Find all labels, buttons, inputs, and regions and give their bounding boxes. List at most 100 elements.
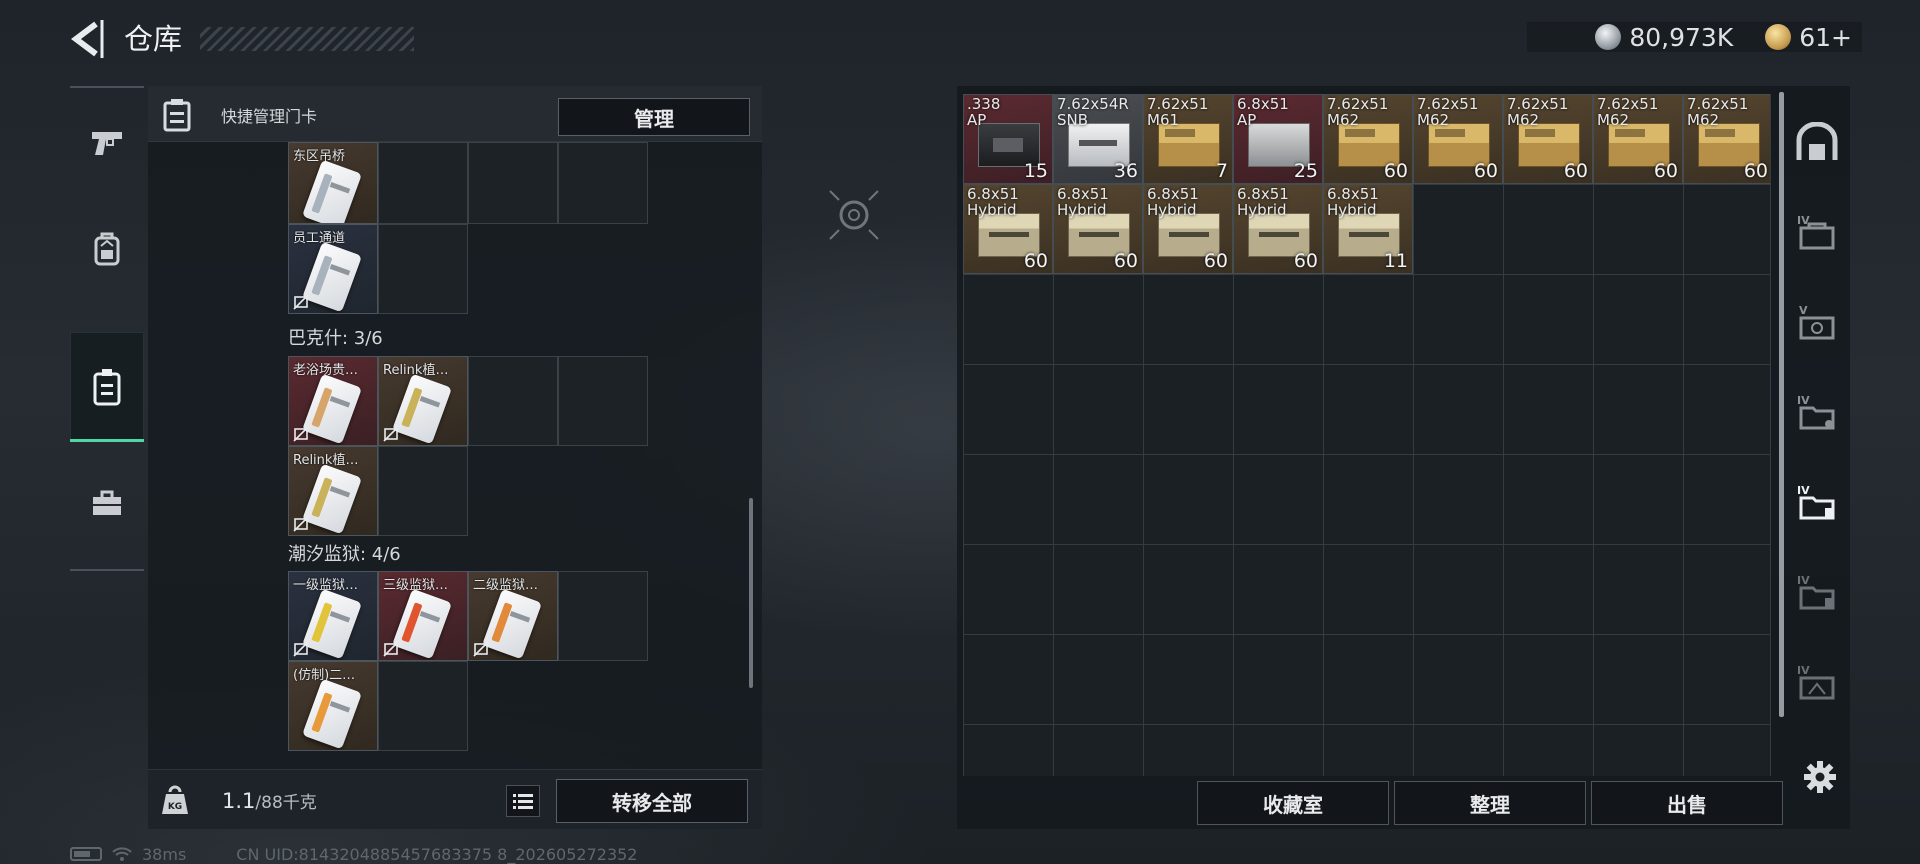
keycard-panel-header: 快捷管理门卡 管理 <box>148 86 762 142</box>
tab-stash-main[interactable] <box>1789 98 1845 186</box>
ammo-item[interactable]: 7.62x51 M62 60 <box>1323 94 1413 184</box>
ammo-item[interactable]: 6.8x51 Hybrid 60 <box>1143 184 1233 274</box>
svg-text:IV: IV <box>1797 484 1810 497</box>
ammo-box-image <box>1158 123 1220 167</box>
tab-case-iv-active[interactable]: IV <box>1789 458 1845 546</box>
tab-case-iv[interactable]: IV <box>1789 188 1845 276</box>
keycard-slot[interactable]: 一级监狱… <box>288 571 378 661</box>
tab-case-iv-lock[interactable]: IV <box>1789 368 1845 456</box>
svg-text:KG: KG <box>168 802 182 812</box>
svg-text:IV: IV <box>1797 574 1810 587</box>
ammo-item[interactable]: 7.62x51 M62 60 <box>1413 94 1503 184</box>
keycard-image <box>392 588 452 660</box>
ammo-item[interactable]: 6.8x51 Hybrid 60 <box>963 184 1053 274</box>
keycard-label: Relink植… <box>293 453 359 468</box>
svg-text:IV: IV <box>1797 394 1810 407</box>
keycard-slot[interactable]: Relink植… <box>288 446 378 536</box>
ammo-item[interactable]: 7.62x51 M62 60 <box>1503 94 1593 184</box>
sell-button[interactable]: 出售 <box>1591 781 1783 825</box>
sidebar-item-weapons[interactable] <box>70 90 144 196</box>
tab-case-iv-alt[interactable]: IV <box>1789 638 1845 726</box>
ammo-item[interactable]: 6.8x51 AP 25 <box>1233 94 1323 184</box>
case-iv-lock-icon: IV <box>1797 394 1835 430</box>
ammo-quantity: 60 <box>1383 160 1408 182</box>
sidebar-item-equipment[interactable] <box>70 196 144 302</box>
ammo-item[interactable]: 7.62x51 M61 7 <box>1143 94 1233 184</box>
manage-button[interactable]: 管理 <box>558 98 750 136</box>
keycard-image <box>302 159 362 223</box>
pistol-icon <box>92 132 122 155</box>
sidebar-item-keycards[interactable] <box>70 332 144 442</box>
keycard-holder-icon[interactable] <box>160 98 194 132</box>
sidebar-item-supplies[interactable] <box>70 450 144 556</box>
panel-title: 快捷管理门卡 <box>221 107 318 126</box>
list-icon <box>513 794 533 809</box>
keycard-scrollbar[interactable] <box>749 498 753 688</box>
collection-room-button[interactable]: 收藏室 <box>1197 781 1389 825</box>
no-drop-icon <box>293 641 309 657</box>
svg-text:IV: IV <box>1797 664 1810 677</box>
ammo-item[interactable]: 7.62x51 M62 60 <box>1683 94 1770 184</box>
keycard-label: 员工通道 <box>293 231 346 246</box>
stash-grid: .338 AP 15 7.62x54R SNB 36 7.62x51 M61 7… <box>963 94 1771 776</box>
keycard-grid: 一级监狱… 三级监狱… 二级监狱… (仿制)二… <box>288 571 648 751</box>
keycard-slot[interactable]: 老浴场贵… <box>288 356 378 446</box>
keycard-slot[interactable]: 员工通道 <box>288 224 378 314</box>
ammo-quantity: 15 <box>1023 160 1048 182</box>
keycard-label: 三级监狱… <box>383 578 449 593</box>
case-iv-dim-icon: IV <box>1797 574 1835 610</box>
keycard-grid: 老浴场贵… Relink植… Relink植… <box>288 356 648 536</box>
keycard-slot[interactable]: 三级监狱… <box>378 571 468 661</box>
keycard-label: 东区吊桥 <box>293 149 346 164</box>
back-arrow-icon[interactable] <box>70 20 104 58</box>
ammo-quantity: 60 <box>1113 250 1138 272</box>
keycard-image <box>482 588 542 660</box>
empty-slot <box>378 661 468 751</box>
ammo-quantity: 36 <box>1113 160 1138 182</box>
ammo-item[interactable]: 6.8x51 Hybrid 11 <box>1323 184 1413 274</box>
category-sidebar <box>70 86 144 571</box>
ammo-name: 7.62x51 M62 <box>1597 95 1659 129</box>
group-title: 潮汐监狱: 4/6 <box>288 544 401 565</box>
tab-case-iv-dim[interactable]: IV <box>1789 548 1845 636</box>
keycard-image <box>302 463 362 535</box>
ammo-item[interactable]: .338 AP 15 <box>963 94 1053 184</box>
gear-icon[interactable] <box>1803 760 1837 794</box>
carry-weight-current: 1.1 <box>222 789 256 813</box>
keycard-slot[interactable]: Relink植… <box>378 356 468 446</box>
list-view-button[interactable] <box>506 785 540 817</box>
ammo-name: 6.8x51 Hybrid <box>1057 185 1109 219</box>
page-title: 仓库 <box>124 22 183 56</box>
currency-bar: 80,973K 61+ <box>1527 22 1862 52</box>
keycard-label: 一级监狱… <box>293 578 359 593</box>
transfer-all-button[interactable]: 转移全部 <box>556 779 748 823</box>
tab-case-v[interactable]: V <box>1789 278 1845 366</box>
no-drop-icon <box>383 641 399 657</box>
stash-scrollbar[interactable] <box>1779 92 1784 717</box>
battery-icon <box>70 847 102 861</box>
ammo-item[interactable]: 6.8x51 Hybrid 60 <box>1233 184 1323 274</box>
uid-text: CN UID:8143204885457683375 8_20260527235… <box>236 844 638 864</box>
ammo-name: 7.62x51 M62 <box>1327 95 1389 129</box>
ammo-item[interactable]: 6.8x51 Hybrid 60 <box>1053 184 1143 274</box>
ammo-name: 7.62x51 M61 <box>1147 95 1209 129</box>
sort-button[interactable]: 整理 <box>1394 781 1586 825</box>
empty-slot <box>378 446 468 536</box>
keycard-slot[interactable]: (仿制)二… <box>288 661 378 751</box>
empty-slot <box>558 142 648 224</box>
no-drop-icon <box>293 294 309 310</box>
keycard-image <box>302 588 362 660</box>
silver-coin-icon <box>1595 24 1622 50</box>
keycard-panel: 快捷管理门卡 管理 东区吊桥 员工通道 巴克什: 3/6 老浴场贵… Relin… <box>148 86 762 829</box>
ammo-name: 7.62x51 M62 <box>1687 95 1749 129</box>
svg-text:V: V <box>1799 304 1808 317</box>
keycard-image <box>302 373 362 445</box>
case-iv-icon: IV <box>1797 214 1835 250</box>
keycard-image <box>302 678 362 750</box>
carry-weight-max: /88千克 <box>255 793 317 813</box>
keycard-slot[interactable]: 东区吊桥 <box>288 142 378 224</box>
ammo-item[interactable]: 7.62x54R SNB 36 <box>1053 94 1143 184</box>
keycard-slot[interactable]: 二级监狱… <box>468 571 558 661</box>
empty-slot <box>558 571 648 661</box>
ammo-item[interactable]: 7.62x51 M62 60 <box>1593 94 1683 184</box>
